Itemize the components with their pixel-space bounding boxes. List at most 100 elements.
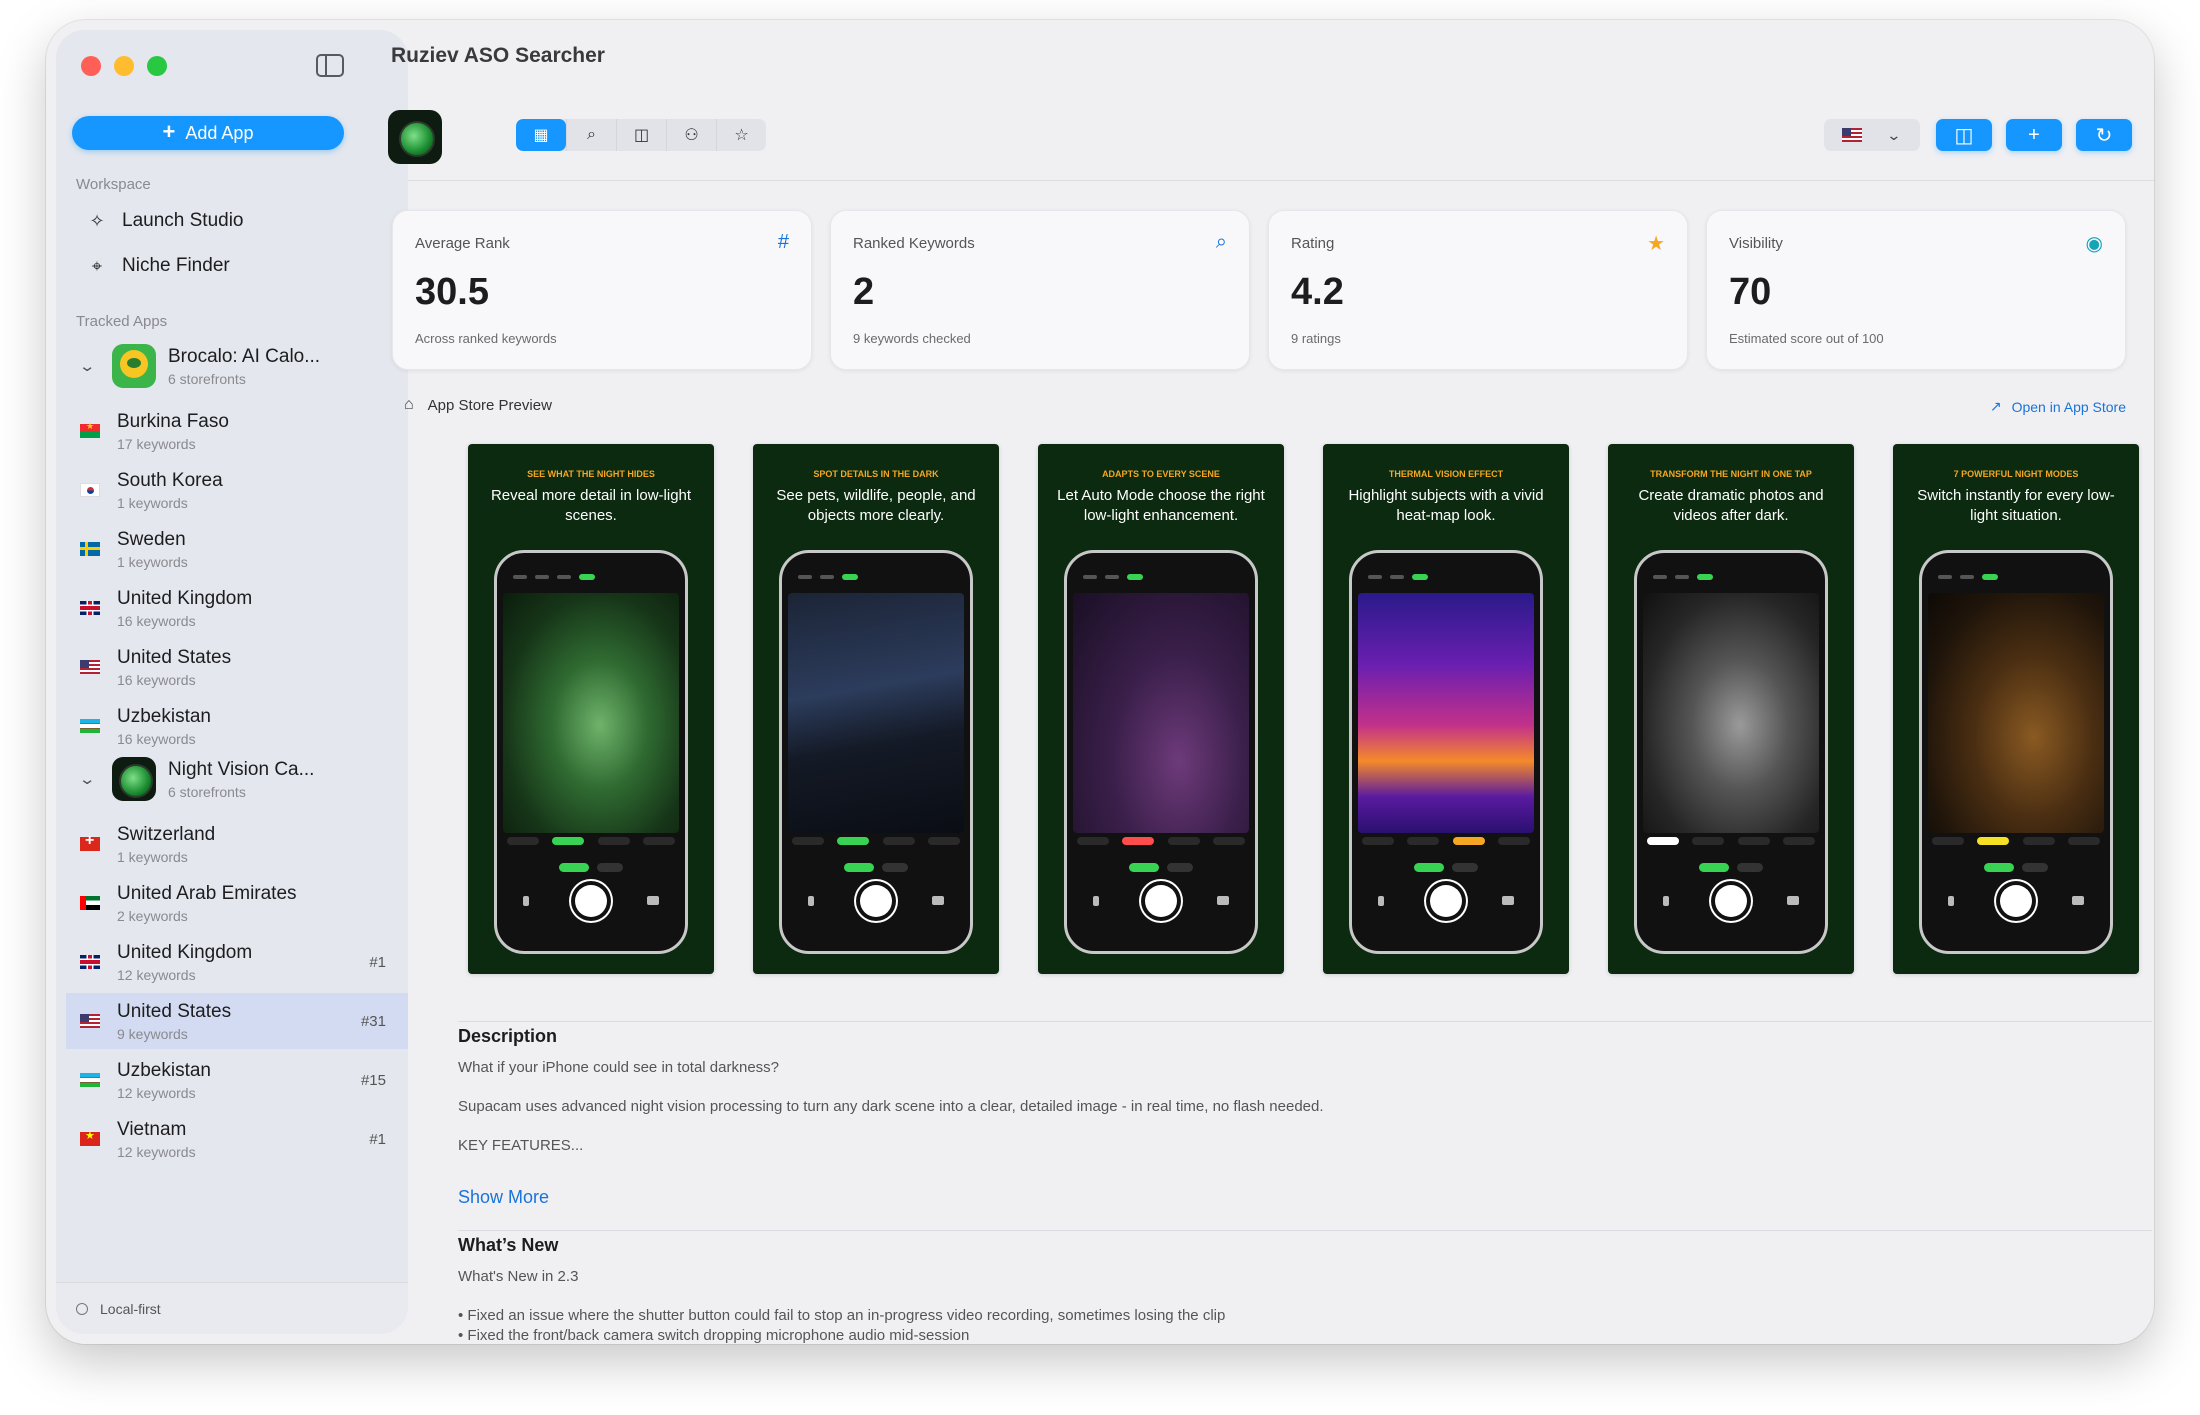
sidebar-toggle-icon[interactable] xyxy=(316,54,344,77)
tracked-app-night-vision[interactable]: ⌄ Night Vision Ca... 6 storefronts xyxy=(78,754,402,804)
app-screenshot[interactable]: ADAPTS TO EVERY SCENE Let Auto Mode choo… xyxy=(1038,444,1284,974)
description-heading: Description xyxy=(458,1026,558,1046)
crosshair-icon: ⌖ xyxy=(91,255,103,276)
magnifier-icon: ⌕ xyxy=(1215,231,1227,253)
storefront-row[interactable]: Burkina Faso 17 keywords xyxy=(66,403,408,459)
external-link-icon: ↗ xyxy=(1989,398,2002,414)
storefront-icon: ⌂ xyxy=(404,396,414,413)
screenshot-headline: Switch instantly for every low-light sit… xyxy=(1917,487,2115,524)
storefront-row[interactable]: Vietnam 12 keywords #1 xyxy=(66,1111,408,1167)
storefront-keyword-count: 2 keywords xyxy=(117,907,188,924)
phone-mockup xyxy=(779,550,973,954)
united-kingdom-flag-icon xyxy=(80,955,100,969)
storefront-country: United States xyxy=(117,1000,232,1022)
storefront-keyword-count: 1 keywords xyxy=(117,848,188,865)
storefront-row[interactable]: United Arab Emirates 2 keywords xyxy=(66,875,408,931)
app-window: + Add App Workspace ✧ Launch Studio ⌖ Ni… xyxy=(46,20,2154,1344)
screenshot-headline: Reveal more detail in low-light scenes. xyxy=(490,487,692,524)
stat-card-ranked-keywords: Ranked Keywords ⌕ 2 9 keywords checked xyxy=(830,210,1250,370)
whats-new-heading: What’s New xyxy=(458,1235,559,1255)
chevron-down-icon[interactable]: ⌄ xyxy=(78,357,103,375)
screenshot-kicker: SEE WHAT THE NIGHT HIDES xyxy=(527,469,655,479)
app-screenshot[interactable]: TRANSFORM THE NIGHT IN ONE TAP Create dr… xyxy=(1608,444,1854,974)
competitors-view-icon[interactable]: ⚇ xyxy=(666,119,716,151)
storefront-country: Burkina Faso xyxy=(117,410,229,432)
sidebar-item-label: Niche Finder xyxy=(122,255,230,276)
app-store-preview-label: App Store Preview xyxy=(427,396,552,414)
storefront-row[interactable]: Uzbekistan 16 keywords xyxy=(66,698,408,754)
united-states-flag-icon xyxy=(80,660,100,674)
screenshot-gallery[interactable]: SEE WHAT THE NIGHT HIDES Reveal more det… xyxy=(408,430,2154,998)
stat-label: Visibility xyxy=(1729,235,1783,252)
plus-icon: + xyxy=(162,119,176,144)
local-first-label: Local-first xyxy=(100,1300,161,1317)
screenshot-kicker: SPOT DETAILS IN THE DARK xyxy=(813,469,939,479)
close-window-button[interactable] xyxy=(81,56,101,76)
app-name: Night Vision Ca... xyxy=(168,758,315,780)
app-screenshot[interactable]: THERMAL VISION EFFECT Highlight subjects… xyxy=(1323,444,1569,974)
storefront-keyword-count: 16 keywords xyxy=(117,612,196,629)
storefront-row[interactable]: Uzbekistan 12 keywords #15 xyxy=(66,1052,408,1108)
storefront-country: Sweden xyxy=(117,528,186,550)
grid-view-icon[interactable]: ▦ xyxy=(516,119,566,151)
add-app-button[interactable]: + Add App xyxy=(72,116,344,150)
open-in-app-store-label: Open in App Store xyxy=(2011,398,2126,415)
night-vision-app-icon xyxy=(112,757,156,801)
storefront-country: South Korea xyxy=(117,469,223,491)
screenshot-kicker: THERMAL VISION EFFECT xyxy=(1388,469,1504,479)
storefront-keyword-count: 16 keywords xyxy=(117,730,196,747)
uzbekistan-flag-icon xyxy=(80,719,100,733)
app-store-preview-header: ⌂ App Store Preview xyxy=(404,396,552,414)
app-storefront-count: 6 storefronts xyxy=(168,783,246,800)
zoom-window-button[interactable] xyxy=(147,56,167,76)
storefront-picker[interactable]: ⌄ xyxy=(1824,119,1920,151)
app-screenshot[interactable]: SPOT DETAILS IN THE DARK See pets, wildl… xyxy=(753,444,999,974)
storefront-rank: #15 xyxy=(360,1071,386,1089)
workspace-section-label: Workspace xyxy=(76,176,151,193)
app-screenshot[interactable]: 7 POWERFUL NIGHT MODES Switch instantly … xyxy=(1893,444,2139,974)
open-in-app-store-link[interactable]: ↗ Open in App Store xyxy=(1990,398,2126,415)
storefront-row[interactable]: United Kingdom 12 keywords #1 xyxy=(66,934,408,990)
storefront-row[interactable]: United States 16 keywords xyxy=(66,639,408,695)
favorites-view-icon[interactable]: ☆ xyxy=(716,119,766,151)
storefront-row[interactable]: South Korea 1 keywords xyxy=(66,462,408,518)
search-view-icon[interactable]: ⌕ xyxy=(566,119,616,151)
compare-view-icon[interactable]: ◫ xyxy=(616,119,666,151)
window-title: Ruziev ASO Searcher xyxy=(391,44,605,67)
sidebar-item-launch-studio[interactable]: ✧ Launch Studio xyxy=(86,210,244,232)
add-button[interactable]: + xyxy=(2006,119,2062,151)
storefront-country: Switzerland xyxy=(117,823,216,845)
storefront-country: Uzbekistan xyxy=(117,705,211,727)
app-name: Brocalo: AI Calo... xyxy=(168,345,321,367)
app-storefront-count: 6 storefronts xyxy=(168,370,246,387)
storefront-country: United Kingdom xyxy=(117,941,253,963)
uae-flag-icon xyxy=(80,896,100,910)
refresh-button[interactable]: ↻ xyxy=(2076,119,2132,151)
stat-subtitle: Estimated score out of 100 xyxy=(1729,331,1884,346)
chevron-down-icon[interactable]: ⌄ xyxy=(78,770,103,788)
storefront-row[interactable]: United Kingdom 16 keywords xyxy=(66,580,408,636)
united-kingdom-flag-icon xyxy=(80,601,100,615)
minimize-window-button[interactable] xyxy=(114,56,134,76)
app-screenshot[interactable]: SEE WHAT THE NIGHT HIDES Reveal more det… xyxy=(468,444,714,974)
tracked-app-brocalo[interactable]: ⌄ Brocalo: AI Calo... 6 storefronts xyxy=(78,341,402,391)
storefront-row[interactable]: Switzerland 1 keywords xyxy=(66,816,408,872)
stat-card-visibility: Visibility ◉ 70 Estimated score out of 1… xyxy=(1706,210,2126,370)
united-states-flag-icon xyxy=(1842,128,1862,142)
screenshot-kicker: 7 POWERFUL NIGHT MODES xyxy=(1953,469,2079,479)
tracked-apps-section-label: Tracked Apps xyxy=(76,313,168,330)
storefront-row[interactable]: Sweden 1 keywords xyxy=(66,521,408,577)
plus-icon: + xyxy=(2028,123,2040,146)
stat-card-rating: Rating ★ 4.2 9 ratings xyxy=(1268,210,1688,370)
stat-value: 2 xyxy=(853,271,875,313)
sidebar-item-niche-finder[interactable]: ⌖ Niche Finder xyxy=(86,255,230,277)
storefront-row-selected[interactable]: United States 9 keywords #31 xyxy=(66,993,408,1049)
switzerland-flag-icon xyxy=(80,832,100,851)
show-more-link[interactable]: Show More xyxy=(458,1187,549,1208)
storefront-keyword-count: 12 keywords xyxy=(117,1143,196,1160)
stat-card-average-rank: Average Rank # 30.5 Across ranked keywor… xyxy=(392,210,812,370)
toggle-inspector-button[interactable]: ◫ xyxy=(1936,119,1992,151)
sidebar-item-label: Launch Studio xyxy=(122,210,244,231)
header-divider xyxy=(408,180,2154,181)
storefront-country: United States xyxy=(117,646,232,668)
